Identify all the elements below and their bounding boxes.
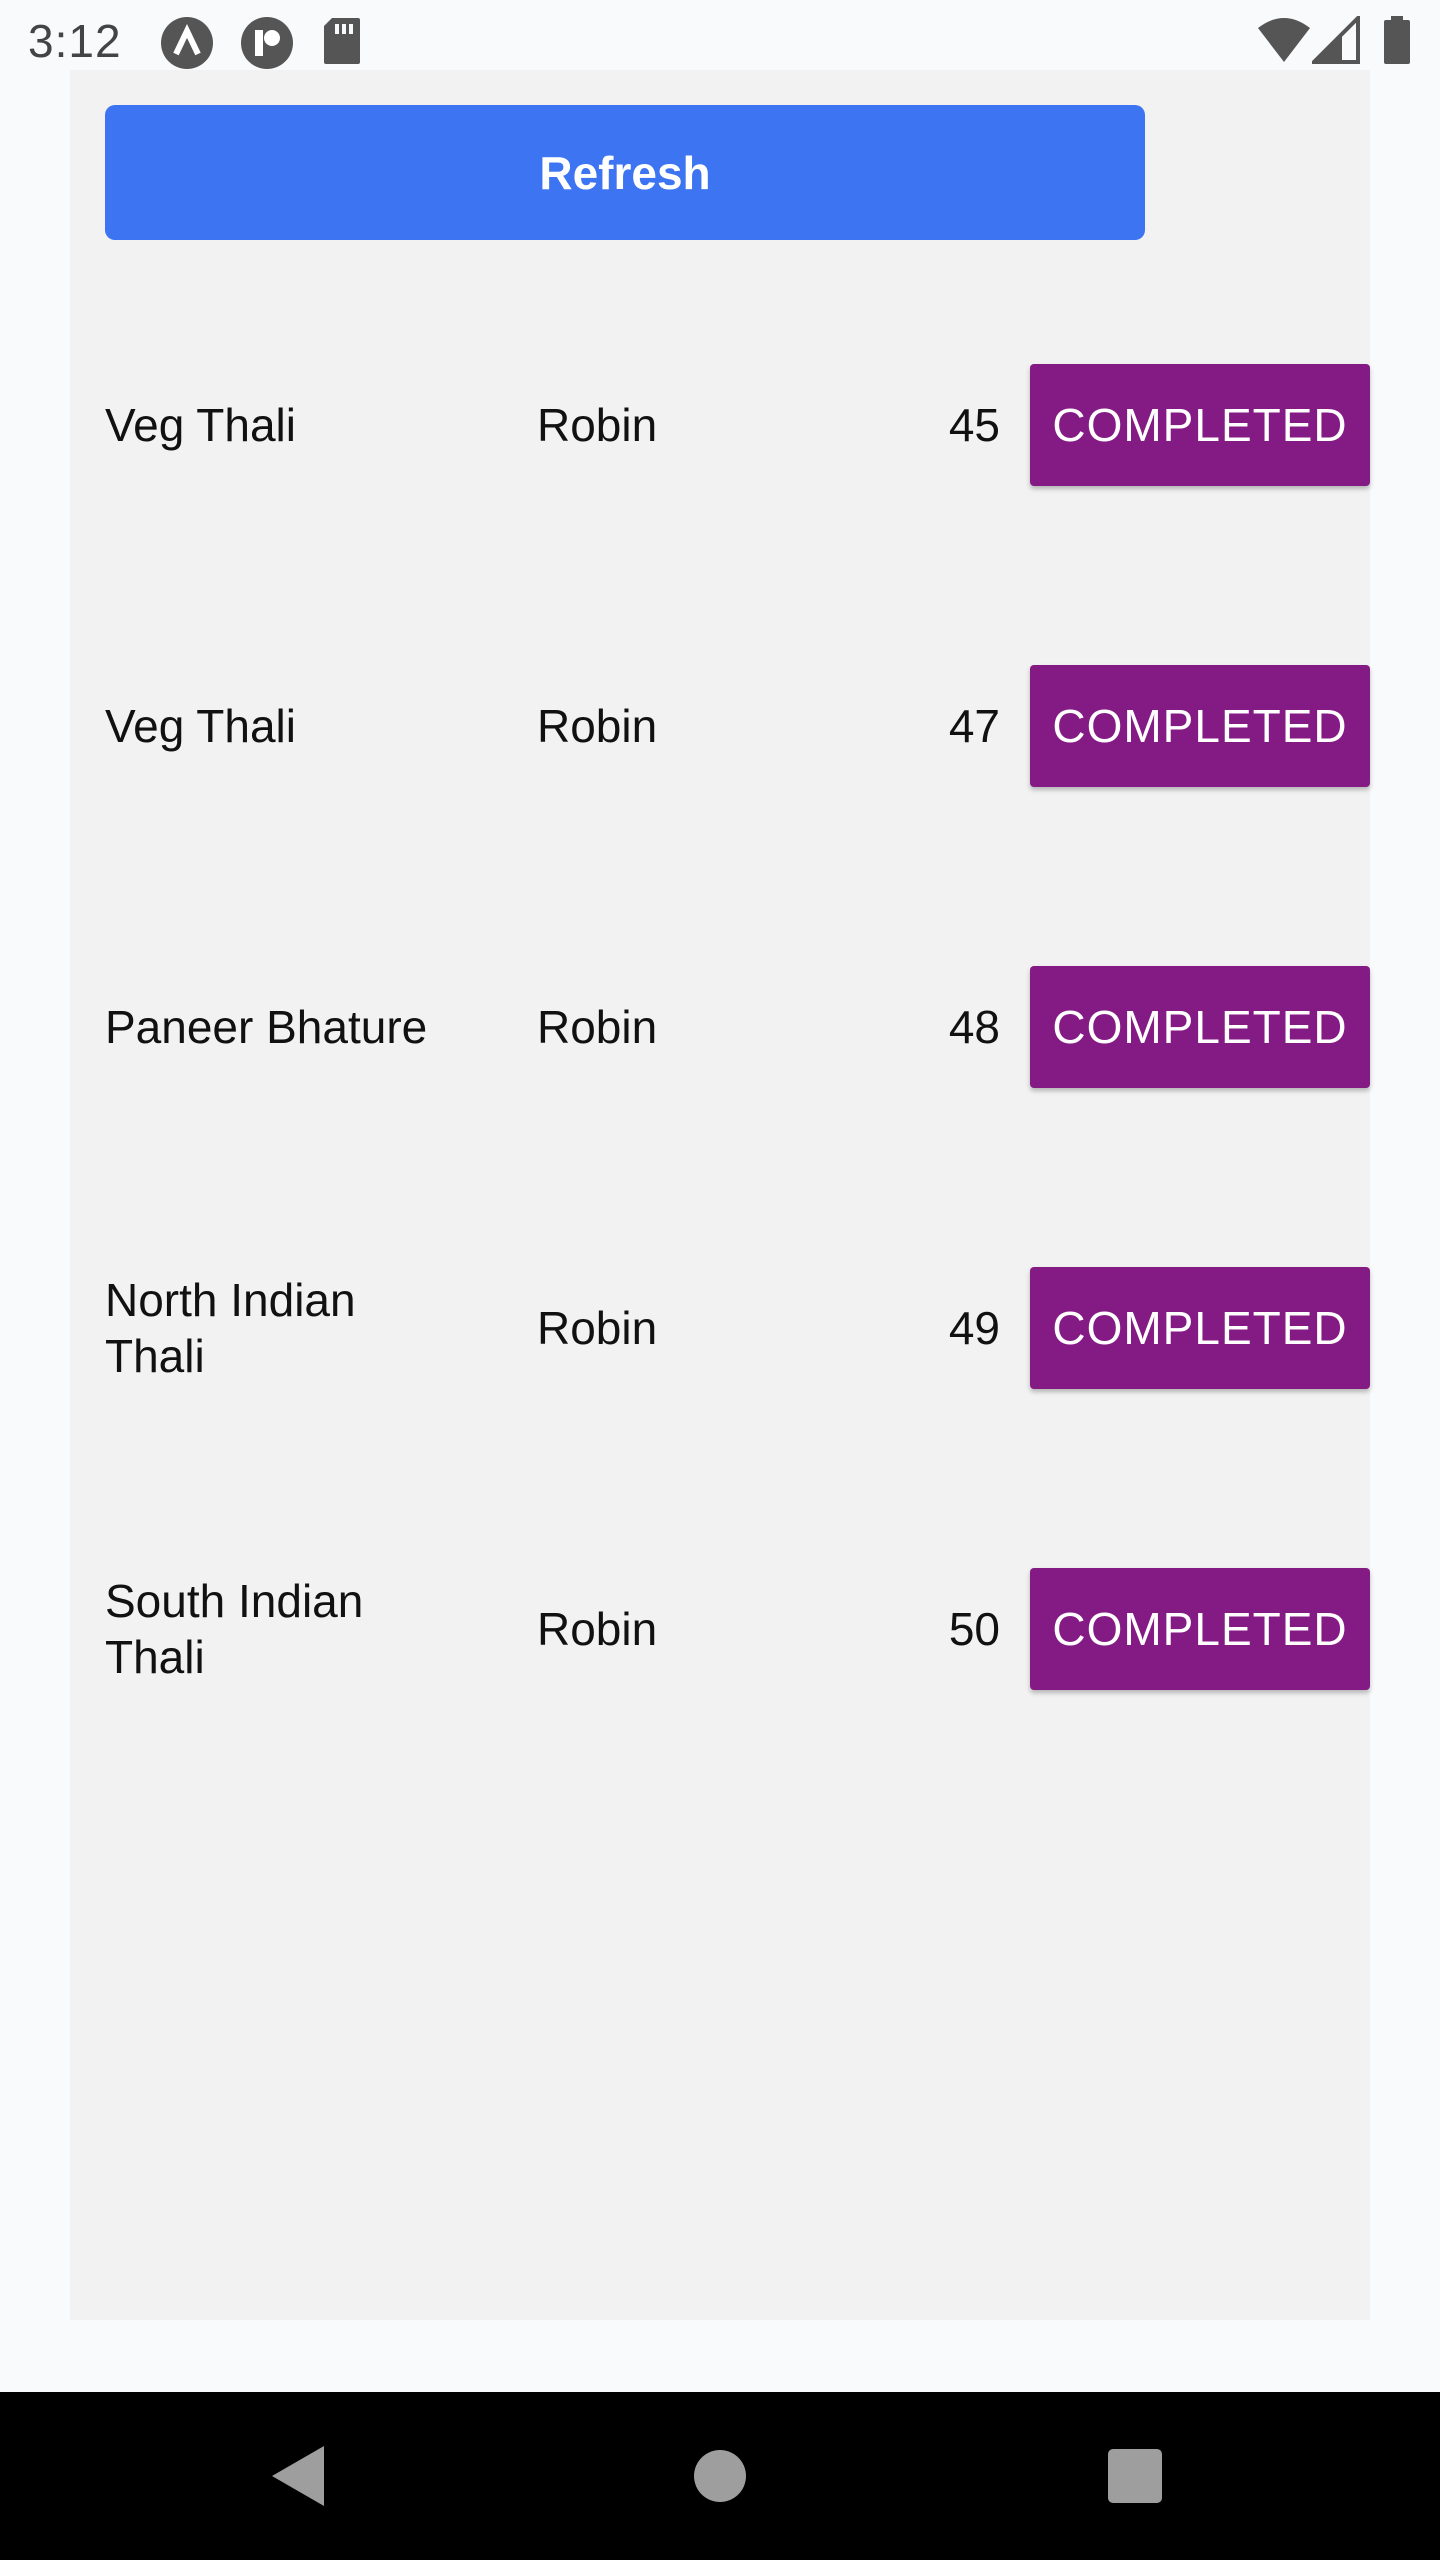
order-dish-name: South Indian Thali bbox=[105, 1575, 364, 1683]
status-time: 3:12 bbox=[28, 15, 122, 67]
app-r-icon bbox=[240, 16, 294, 75]
order-customer-name: Robin bbox=[537, 700, 658, 752]
order-row: Veg Thali Robin 47 COMPLETED bbox=[70, 665, 1370, 787]
app-a-icon bbox=[160, 16, 214, 75]
order-number: 45 bbox=[948, 399, 1000, 451]
order-status-button[interactable]: COMPLETED bbox=[1030, 1267, 1370, 1389]
order-number: 49 bbox=[948, 1302, 1000, 1354]
order-customer-name: Robin bbox=[537, 399, 658, 451]
order-number: 47 bbox=[948, 700, 1000, 752]
orders-panel: Refresh Veg Thali Robin 45 COMPLETED Veg… bbox=[70, 70, 1370, 2320]
sd-card-icon bbox=[322, 16, 362, 71]
order-status-button[interactable]: COMPLETED bbox=[1030, 665, 1370, 787]
order-customer-name: Robin bbox=[537, 1302, 658, 1354]
cell-signal-icon bbox=[1309, 13, 1360, 69]
order-dish-name: Paneer Bhature bbox=[105, 1001, 428, 1053]
refresh-button[interactable]: Refresh bbox=[105, 105, 1145, 240]
order-number: 50 bbox=[948, 1603, 1000, 1655]
order-dish-name: Veg Thali bbox=[105, 399, 296, 451]
order-dish-name: Veg Thali bbox=[105, 700, 296, 752]
navigation-bar bbox=[0, 2392, 1440, 2560]
order-row: South Indian Thali Robin 50 COMPLETED bbox=[70, 1568, 1370, 1690]
order-customer-name: Robin bbox=[537, 1001, 658, 1053]
order-status-button[interactable]: COMPLETED bbox=[1030, 364, 1370, 486]
order-number: 48 bbox=[948, 1001, 1000, 1053]
order-row: Veg Thali Robin 45 COMPLETED bbox=[70, 364, 1370, 486]
home-icon[interactable] bbox=[694, 2450, 746, 2502]
order-row: North Indian Thali Robin 49 COMPLETED bbox=[70, 1267, 1370, 1389]
order-customer-name: Robin bbox=[537, 1603, 658, 1655]
order-status-button[interactable]: COMPLETED bbox=[1030, 966, 1370, 1088]
back-icon[interactable] bbox=[272, 2446, 324, 2506]
order-status-button[interactable]: COMPLETED bbox=[1030, 1568, 1370, 1690]
wifi-icon bbox=[1256, 16, 1312, 69]
battery-icon bbox=[1382, 16, 1412, 71]
order-row: Paneer Bhature Robin 48 COMPLETED bbox=[70, 966, 1370, 1088]
order-dish-name: North Indian Thali bbox=[105, 1274, 356, 1382]
recents-icon[interactable] bbox=[1108, 2449, 1162, 2503]
